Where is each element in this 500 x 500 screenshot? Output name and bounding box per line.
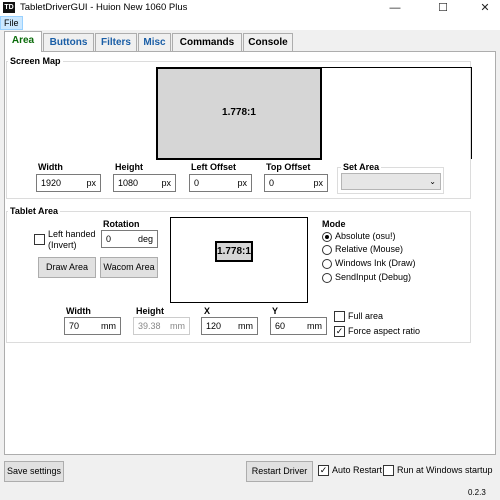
tablet-height-input[interactable]: 39.38 mm — [133, 317, 190, 335]
left-offset-value: 0 — [194, 178, 200, 188]
tablet-x-label: X — [204, 306, 211, 316]
app-icon: TD — [3, 2, 15, 13]
version-label: 0.2.3 — [468, 488, 486, 497]
auto-restart-check-glyph: ✓ — [319, 465, 328, 475]
tablet-area-ratio[interactable]: 1.778:1 — [215, 241, 253, 262]
mode-label-3: SendInput (Debug) — [335, 272, 412, 282]
close-button[interactable]: ✕ — [470, 0, 500, 16]
save-settings-button[interactable]: Save settings — [4, 461, 64, 482]
run-at-startup-checkbox[interactable] — [383, 465, 394, 476]
left-handed-line1: Left handed — [48, 229, 96, 239]
maximize-button[interactable]: ☐ — [428, 0, 458, 16]
screen-width-label: Width — [38, 162, 63, 172]
mode-label: Mode — [322, 219, 346, 229]
tablet-width-input[interactable]: 70 mm — [64, 317, 121, 335]
full-area-checkbox[interactable] — [334, 311, 345, 322]
top-offset-label: Top Offset — [266, 162, 311, 172]
tab-console[interactable]: Console — [243, 33, 293, 51]
tablet-height-value: 39.38 — [138, 321, 161, 331]
screen-height-label: Height — [115, 162, 143, 172]
set-area-dropdown[interactable]: ⌄ — [341, 173, 441, 190]
rotation-value: 0 — [106, 234, 112, 244]
mode-radio-0[interactable] — [322, 232, 332, 242]
rotation-label: Rotation — [103, 219, 140, 229]
run-at-startup-label: Run at Windows startup — [397, 465, 493, 475]
tab-buttons[interactable]: Buttons — [43, 33, 94, 51]
force-aspect-check-glyph: ✓ — [335, 326, 344, 336]
chevron-down-icon: ⌄ — [429, 177, 436, 186]
draw-area-button[interactable]: Draw Area — [38, 257, 96, 278]
rotation-unit: deg — [137, 234, 153, 244]
left-offset-label: Left Offset — [191, 162, 236, 172]
mode-label-1: Relative (Mouse) — [335, 244, 404, 254]
screen-width-unit: px — [86, 178, 96, 188]
tablet-x-input[interactable]: 120 mm — [201, 317, 258, 335]
mode-radio-2[interactable] — [322, 259, 332, 269]
top-offset-value: 0 — [269, 178, 275, 188]
tablet-y-input[interactable]: 60 mm — [270, 317, 327, 335]
screen-map-title: Screen Map — [8, 56, 63, 66]
set-area-label: Set Area — [341, 162, 382, 172]
minimize-button[interactable]: — — [380, 0, 410, 16]
tab-misc[interactable]: Misc — [138, 33, 171, 51]
left-handed-label: Left handed (Invert) — [48, 229, 96, 251]
restart-driver-button[interactable]: Restart Driver — [246, 461, 313, 482]
mode-label-0: Absolute (osu!) — [335, 231, 396, 241]
window-title: TabletDriverGUI - Huion New 1060 Plus — [20, 2, 188, 13]
menu-bar — [0, 16, 500, 30]
tablet-x-value: 120 — [206, 321, 222, 331]
mode-radio-1[interactable] — [322, 245, 332, 255]
tablet-x-unit: mm — [238, 321, 253, 331]
rotation-input[interactable]: 0 deg — [101, 230, 158, 248]
left-offset-input[interactable]: 0 px — [189, 174, 252, 192]
top-offset-unit: px — [313, 178, 323, 188]
auto-restart-checkbox[interactable]: ✓ — [318, 465, 329, 476]
tablet-y-unit: mm — [307, 321, 322, 331]
mode-radio-3[interactable] — [322, 273, 332, 283]
tablet-height-unit: mm — [170, 321, 185, 331]
force-aspect-checkbox[interactable]: ✓ — [334, 326, 345, 337]
screen-width-value: 1920 — [41, 178, 62, 188]
tab-filters[interactable]: Filters — [95, 33, 137, 51]
tablet-y-label: Y — [272, 306, 279, 316]
tablet-area-title: Tablet Area — [8, 206, 61, 216]
full-area-label: Full area — [348, 311, 384, 321]
mode-label-2: Windows Ink (Draw) — [335, 258, 416, 268]
auto-restart-label: Auto Restart — [332, 465, 383, 475]
tab-area[interactable]: Area — [4, 31, 42, 52]
top-offset-input[interactable]: 0 px — [264, 174, 328, 192]
screen-height-value: 1080 — [118, 178, 139, 188]
wacom-area-button[interactable]: Wacom Area — [100, 257, 158, 278]
tab-commands[interactable]: Commands — [172, 33, 242, 51]
left-handed-line2: (Invert) — [48, 240, 77, 250]
tablet-height-label: Height — [136, 306, 164, 316]
tablet-width-value: 70 — [69, 321, 80, 331]
screen-width-input[interactable]: 1920 px — [36, 174, 101, 192]
screen-height-input[interactable]: 1080 px — [113, 174, 176, 192]
force-aspect-label: Force aspect ratio — [348, 326, 421, 336]
tablet-y-value: 60 — [275, 321, 286, 331]
left-handed-checkbox[interactable] — [34, 234, 45, 245]
left-offset-unit: px — [237, 178, 247, 188]
screen-height-unit: px — [161, 178, 171, 188]
screen-map-ratio: 1.778:1 — [222, 107, 256, 118]
tablet-width-unit: mm — [101, 321, 116, 331]
menu-file[interactable]: File — [0, 16, 23, 30]
tablet-width-label: Width — [66, 306, 91, 316]
